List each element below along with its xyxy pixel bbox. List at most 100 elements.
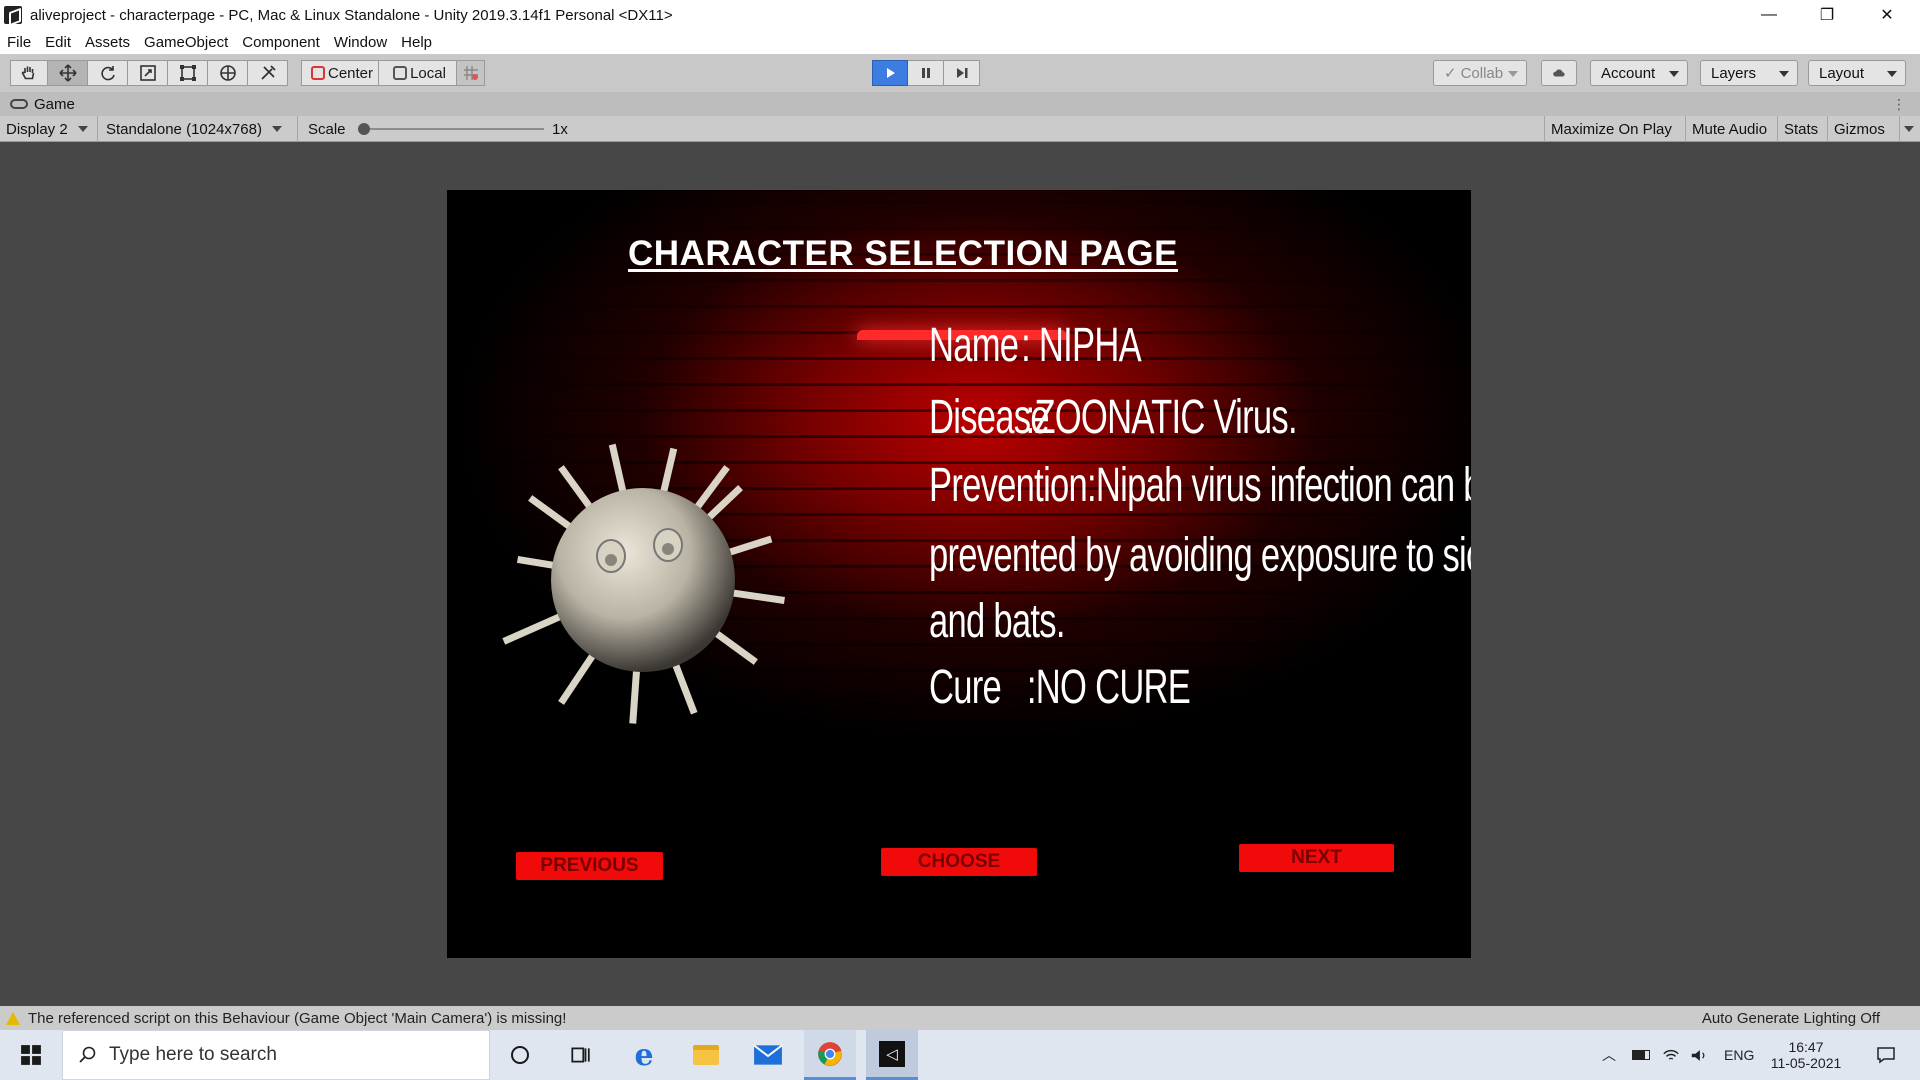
maximize-on-play-toggle[interactable]: Maximize On Play (1544, 116, 1686, 142)
menu-file[interactable]: File (0, 34, 38, 51)
cortana-circle-icon (511, 1046, 529, 1064)
collab-dropdown[interactable]: ✓ Collab (1433, 60, 1527, 86)
display-label: Display 2 (6, 120, 68, 138)
wifi-icon[interactable] (1662, 1030, 1680, 1080)
step-button[interactable] (944, 60, 980, 86)
hand-tool-button[interactable] (10, 60, 48, 86)
stats-toggle[interactable]: Stats (1778, 116, 1828, 142)
gamepad-icon (10, 99, 28, 109)
pivot-toggles: Center Local (301, 60, 485, 86)
menu-edit[interactable]: Edit (38, 34, 78, 51)
resolution-dropdown[interactable]: Standalone (1024x768) (98, 116, 298, 142)
menu-bar: File Edit Assets GameObject Component Wi… (0, 30, 1920, 54)
windows-logo-icon (21, 1045, 41, 1065)
restore-button[interactable]: ❐ (1798, 0, 1856, 30)
taskbar-app-mail[interactable] (742, 1030, 794, 1080)
notifications-button[interactable] (1866, 1030, 1906, 1080)
unity-app-icon: ◁ (879, 1040, 905, 1067)
taskbar-clock[interactable]: 16:47 11-05-2021 (1768, 1030, 1844, 1080)
transform-combo-icon (219, 65, 236, 81)
menu-assets[interactable]: Assets (78, 34, 137, 51)
cloud-button[interactable] (1541, 60, 1577, 86)
input-language[interactable]: ENG (1724, 1030, 1754, 1080)
chevron-down-icon (77, 126, 88, 132)
scale-slider-track (362, 128, 544, 130)
taskbar-search-box[interactable]: Type here to search (62, 1030, 490, 1080)
game-screen: CHARACTER SELECTION PAGE Name: NIPHA Dis… (447, 190, 1471, 958)
account-dropdown[interactable]: Account (1590, 60, 1688, 86)
next-button[interactable]: NEXT (1239, 844, 1394, 872)
notification-icon (1877, 1047, 1895, 1064)
battery-level-icon (1632, 1050, 1650, 1060)
taskbar-app-chrome[interactable] (804, 1030, 856, 1080)
prevention-line-1: Prevention:Nipah virus infection can be (929, 459, 1471, 512)
scale-slider[interactable] (358, 116, 544, 142)
rect-tool-button[interactable] (168, 60, 208, 86)
close-button[interactable]: ✕ (1858, 0, 1916, 30)
taskbar-app-edge[interactable]: e (618, 1030, 670, 1080)
taskbar-app-explorer[interactable] (680, 1030, 732, 1080)
unity-logo-icon (4, 6, 22, 24)
window-titlebar: aliveproject - characterpage - PC, Mac &… (0, 0, 1920, 30)
more-options-icon[interactable]: ⋮ (1892, 96, 1906, 113)
cure-line: Cure:NO CURE (929, 660, 1191, 715)
scale-tool-button[interactable] (128, 60, 168, 86)
menu-gameobject[interactable]: GameObject (137, 34, 235, 51)
disease-value: :ZOONATIC Virus. (1025, 391, 1297, 444)
chrome-icon (818, 1041, 842, 1066)
start-button[interactable] (0, 1030, 62, 1080)
volume-icon[interactable] (1690, 1030, 1708, 1080)
cortana-button[interactable] (494, 1030, 546, 1080)
task-view-button[interactable] (554, 1030, 606, 1080)
rotate-tool-button[interactable] (88, 60, 128, 86)
move-tool-button[interactable] (48, 60, 88, 86)
pause-button[interactable] (908, 60, 944, 86)
page-title: CHARACTER SELECTION PAGE (628, 234, 1178, 273)
disease-line: Disease:ZOONATIC Virus. (929, 390, 1298, 445)
layers-dropdown[interactable]: Layers (1700, 60, 1798, 86)
collab-label: Collab (1460, 64, 1504, 82)
pivot-center-button[interactable]: Center (301, 60, 379, 86)
display-dropdown[interactable]: Display 2 (0, 116, 98, 142)
move-arrows-icon (58, 64, 77, 82)
previous-button[interactable]: PREVIOUS (516, 852, 663, 880)
chevron-up-icon: ︿ (1602, 1047, 1616, 1063)
custom-tool-button[interactable] (248, 60, 288, 86)
menu-help[interactable]: Help (394, 34, 439, 51)
chevron-down-icon (1779, 71, 1789, 77)
grid-snap-button[interactable] (457, 60, 485, 86)
chevron-down-icon (1904, 126, 1914, 132)
status-warning-message[interactable]: The referenced script on this Behaviour … (28, 1010, 566, 1027)
play-button[interactable] (872, 60, 908, 86)
menu-window[interactable]: Window (327, 34, 394, 51)
mute-audio-toggle[interactable]: Mute Audio (1686, 116, 1778, 142)
window-title: aliveproject - characterpage - PC, Mac &… (30, 6, 673, 24)
main-toolbar: Center Local ✓ Collab Account Layers Lay… (0, 54, 1920, 92)
lighting-status: Auto Generate Lighting Off (1701, 1009, 1880, 1027)
menu-component[interactable]: Component (235, 34, 327, 51)
battery-icon[interactable] (1632, 1030, 1650, 1080)
layout-dropdown[interactable]: Layout (1808, 60, 1906, 86)
hand-icon (21, 66, 35, 80)
pivot-local-button[interactable]: Local (379, 60, 457, 86)
choose-button[interactable]: CHOOSE (881, 848, 1037, 876)
gizmos-dropdown[interactable] (1900, 116, 1920, 142)
disease-label: Disease (929, 391, 1050, 444)
gizmos-toggle[interactable]: Gizmos (1828, 116, 1900, 142)
prevention-line-3: and bats. (929, 595, 1065, 648)
chevron-down-icon (1887, 71, 1897, 77)
scale-value: 1x (552, 120, 568, 138)
pivot-center-icon (310, 66, 325, 80)
status-bar: The referenced script on this Behaviour … (0, 1006, 1920, 1030)
taskbar-app-unity[interactable]: ◁ (866, 1030, 918, 1080)
windows-taskbar: Type here to search e ◁ ︿ ENG 16:47 11-0… (0, 1030, 1920, 1080)
wifi-signal-icon (1663, 1049, 1679, 1060)
transform-tools (10, 60, 288, 86)
minimize-button[interactable]: — (1740, 0, 1798, 30)
scale-slider-thumb[interactable] (358, 123, 370, 135)
account-label: Account (1601, 64, 1656, 82)
transform-tool-button[interactable] (208, 60, 248, 86)
edge-browser-icon: e (634, 1037, 654, 1073)
show-hidden-icons-button[interactable]: ︿ (1602, 1030, 1616, 1080)
tab-game[interactable]: Game (0, 96, 75, 113)
